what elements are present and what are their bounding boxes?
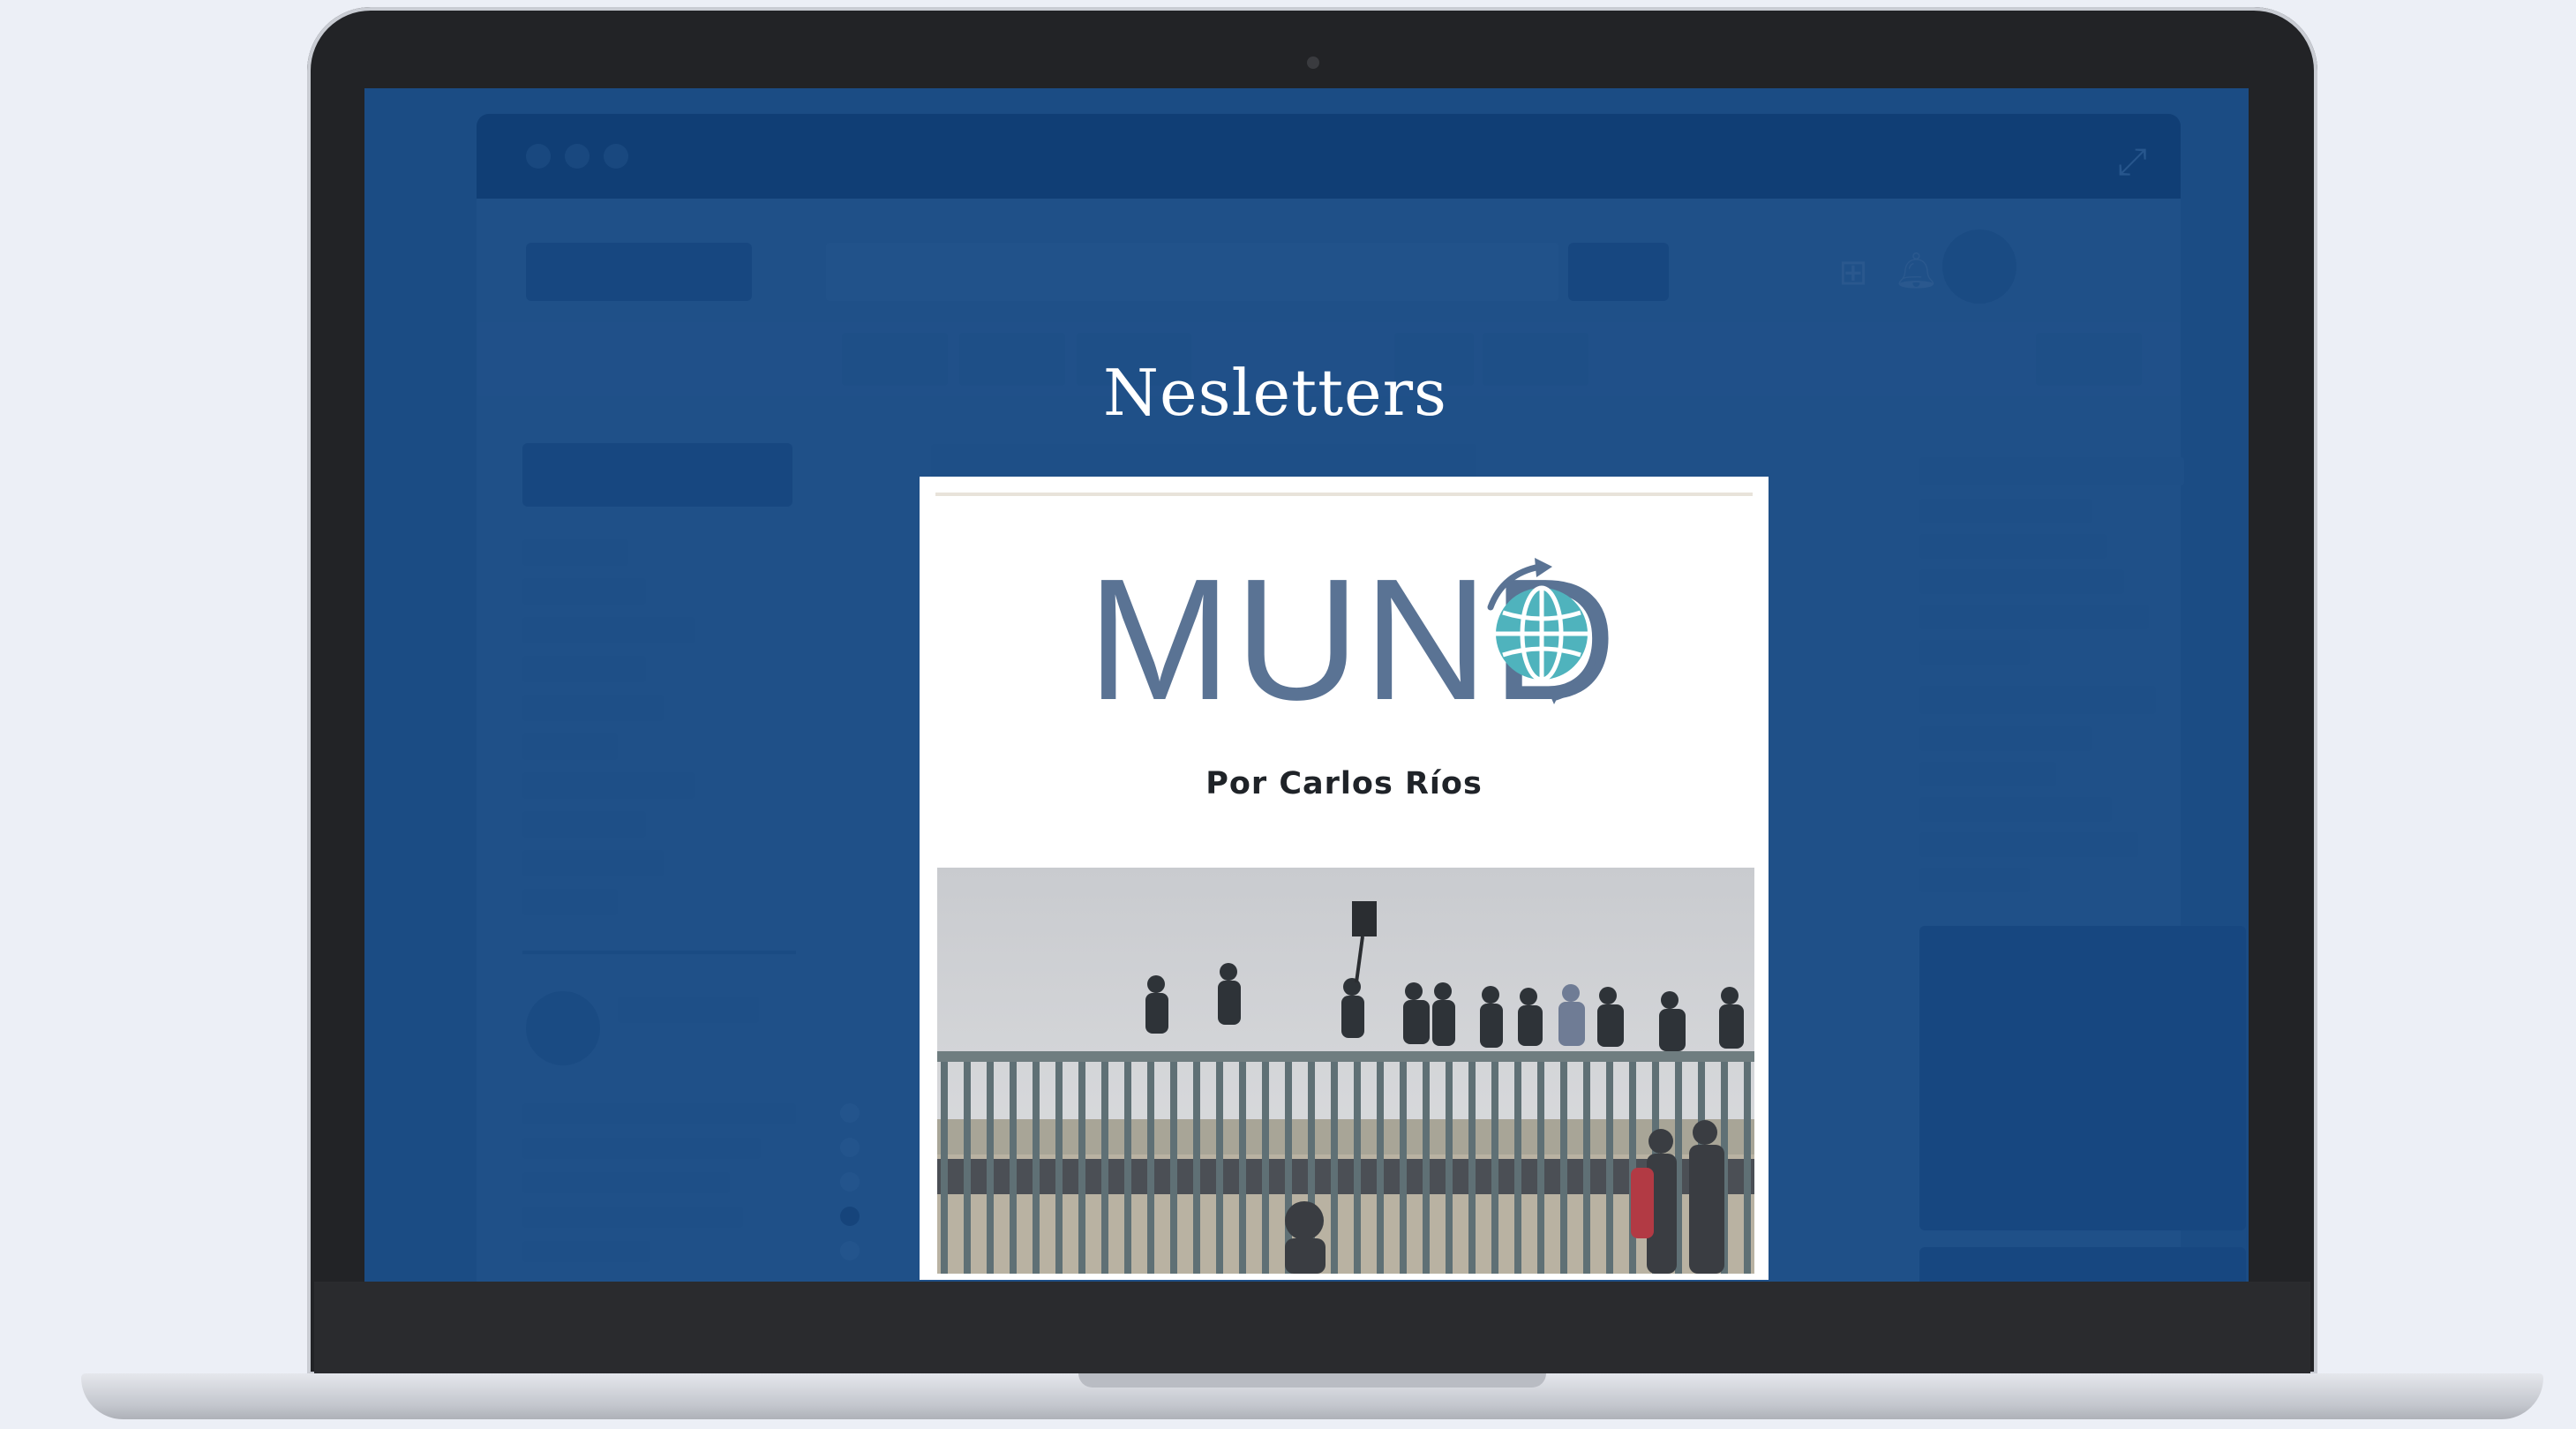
section-heading: Nesletters [1102, 356, 1448, 430]
laptop-chin [314, 1282, 2310, 1373]
newsletter-byline: Por Carlos Ríos [1205, 766, 1483, 801]
newsletter-preview-card[interactable]: MUND Por Carlos Ríos [920, 477, 1769, 1280]
card-top-rule [935, 493, 1753, 496]
globe-arrows-icon [1471, 556, 1621, 706]
laptop-notch [1078, 1373, 1546, 1388]
people-on-border-fence-photo [937, 868, 1754, 1274]
laptop-camera [1307, 56, 1319, 69]
